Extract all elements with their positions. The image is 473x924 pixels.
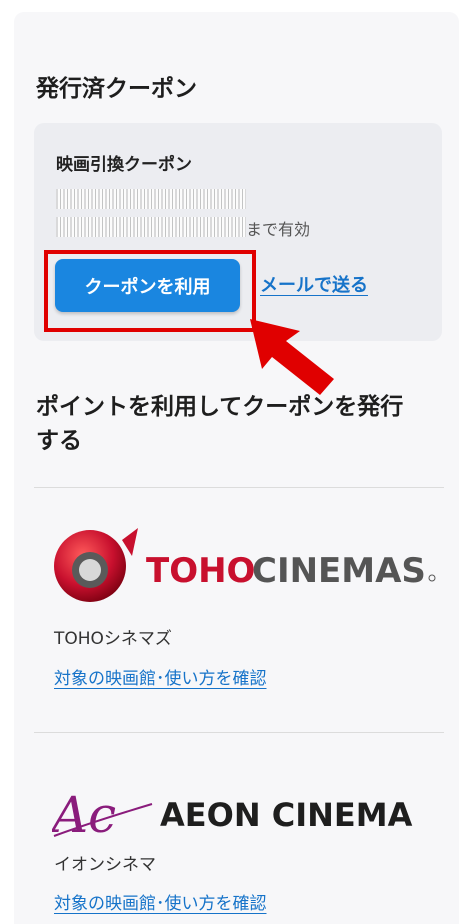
- valid-until-label: まで有効: [246, 220, 311, 239]
- brand-name-aeon: イオンシネマ: [54, 855, 156, 875]
- coupon-page: 発行済クーポン 映画引換クーポン まで有効 クーポンを利用 メールで送る ポイン…: [14, 12, 459, 924]
- toho-logo-gray-text: CINEMAS: [252, 551, 426, 591]
- aeon-logo-text: AEON CINEMA: [160, 796, 413, 834]
- send-by-email-link[interactable]: メールで送る: [260, 271, 368, 297]
- masked-expiry-date: [56, 217, 246, 237]
- aeon-cinema-logo: Ac AEON CINEMA: [52, 786, 413, 844]
- issued-coupons-title: 発行済クーポン: [36, 76, 197, 102]
- divider: [34, 487, 444, 488]
- toho-details-link[interactable]: 対象の映画館･使い方を確認: [54, 664, 267, 689]
- brand-name-toho: TOHOシネマズ: [54, 629, 172, 649]
- divider: [34, 732, 444, 733]
- issue-coupon-title-line2: する: [36, 428, 82, 454]
- issue-coupon-title-line1: ポイントを利用してクーポンを発行: [36, 394, 404, 420]
- aeon-logo-mark: Ac: [52, 786, 116, 844]
- issue-coupon-title: ポイントを利用してクーポンを発行 する: [36, 390, 446, 458]
- aeon-details-link[interactable]: 対象の映画館･使い方を確認: [54, 889, 267, 914]
- red-arrow-icon: [250, 319, 334, 395]
- highlight-box: [44, 250, 256, 332]
- toho-cinemas-logo: TOHO CINEMAS: [54, 528, 436, 602]
- masked-coupon-code: [56, 189, 246, 209]
- coupon-name: 映画引換クーポン: [56, 155, 192, 175]
- toho-logo-red-text: TOHO: [146, 551, 255, 591]
